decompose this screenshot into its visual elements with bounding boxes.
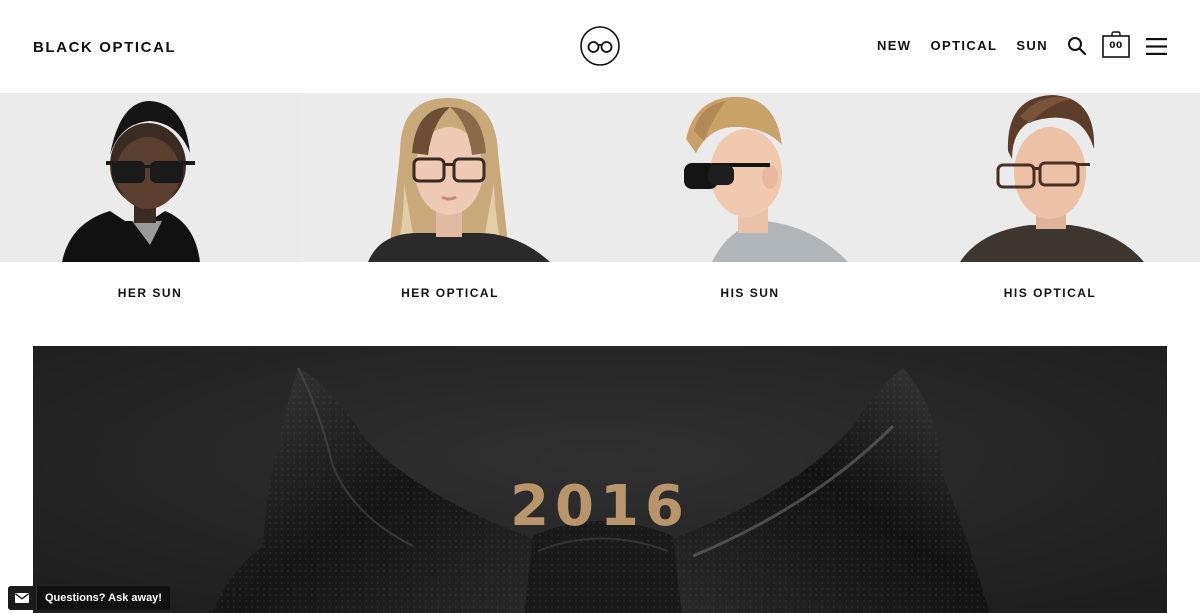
envelope-icon: [8, 586, 37, 610]
hero-banner[interactable]: 2016: [33, 346, 1167, 613]
brand-logo-text[interactable]: BLACK OPTICAL: [33, 39, 176, 56]
category-image-her-optical[interactable]: [300, 93, 600, 262]
category-link-her-optical[interactable]: HER OPTICAL: [300, 262, 600, 324]
category-link-his-optical[interactable]: HIS OPTICAL: [900, 262, 1200, 324]
cart-button[interactable]: 00: [1102, 31, 1130, 58]
search-icon[interactable]: [1067, 36, 1087, 56]
main-nav: NEW OPTICAL SUN: [877, 38, 1048, 53]
category-link-his-sun[interactable]: HIS SUN: [600, 262, 900, 324]
cart-count: 00: [1109, 41, 1123, 51]
category-image-his-sun[interactable]: [600, 93, 900, 262]
category-link-her-sun[interactable]: HER SUN: [0, 262, 300, 324]
chat-widget-button[interactable]: Questions? Ask away!: [8, 586, 170, 610]
nav-link-new[interactable]: NEW: [877, 38, 912, 53]
category-grid: [0, 93, 1200, 262]
hamburger-menu-icon[interactable]: [1146, 38, 1167, 55]
category-labels: HER SUN HER OPTICAL HIS SUN HIS OPTICAL: [0, 262, 1200, 324]
site-header: BLACK OPTICAL NEW OPTICAL SUN 00: [0, 0, 1200, 93]
glasses-logo-icon[interactable]: [580, 26, 620, 66]
nav-link-sun[interactable]: SUN: [1016, 38, 1048, 53]
category-image-her-sun[interactable]: [0, 93, 300, 262]
category-image-his-optical[interactable]: [900, 93, 1200, 262]
hero-year-title: 2016: [510, 474, 690, 539]
nav-link-optical[interactable]: OPTICAL: [930, 38, 997, 53]
chat-widget-label: Questions? Ask away!: [45, 592, 162, 604]
